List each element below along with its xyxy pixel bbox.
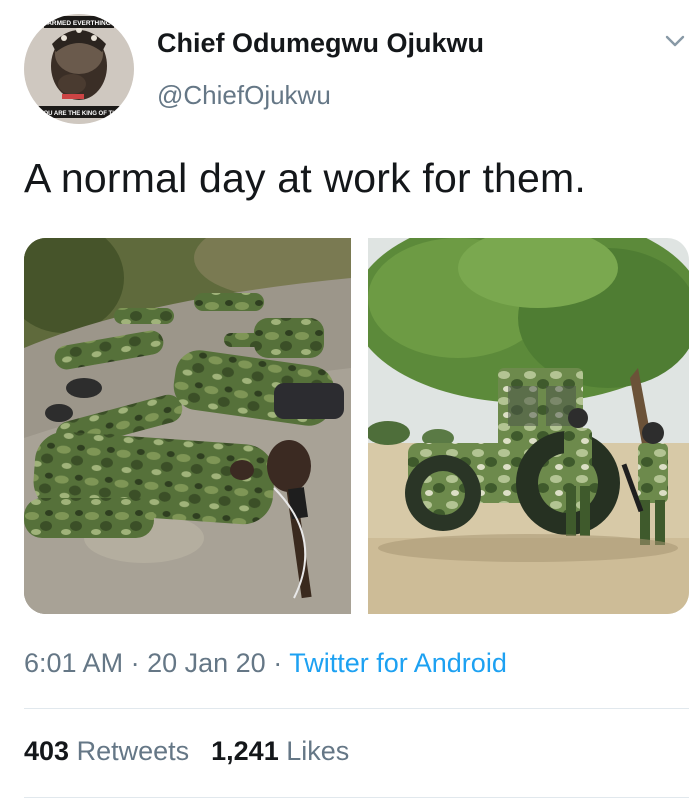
avatar[interactable]: ARMED EVERTHING YOU ARE THE KING OF THE — [24, 14, 134, 124]
tweet-photo-left[interactable] — [24, 238, 351, 614]
tweet-time[interactable]: 6:01 AM — [24, 648, 123, 678]
likes-label: Likes — [286, 736, 350, 766]
tweet-photo-right[interactable] — [368, 238, 689, 614]
tweet-stats: 403 Retweets 1,241 Likes — [24, 736, 349, 767]
tweet-meta: 6:01 AM · 20 Jan 20 · Twitter for Androi… — [24, 648, 507, 679]
photo-camouflage-tractor-icon — [368, 238, 689, 614]
likes-count: 1,241 — [211, 736, 279, 766]
tweet-text: A normal day at work for them. — [24, 155, 587, 201]
meta-separator: · — [130, 648, 140, 678]
retweets-count: 403 — [24, 736, 70, 766]
meta-separator: · — [273, 648, 283, 678]
divider — [24, 797, 689, 798]
tweet-source-link[interactable]: Twitter for Android — [289, 648, 507, 678]
divider — [24, 708, 689, 709]
retweets-label: Retweets — [76, 736, 190, 766]
avatar-banner-top: ARMED EVERTHING — [47, 20, 111, 27]
author-handle[interactable]: @ChiefOjukwu — [157, 80, 331, 111]
photo-soldiers-resting-icon — [24, 238, 351, 614]
likes-stat[interactable]: 1,241 Likes — [211, 736, 349, 767]
retweets-stat[interactable]: 403 Retweets — [24, 736, 189, 767]
chevron-down-icon[interactable] — [664, 30, 686, 52]
tweet-date[interactable]: 20 Jan 20 — [147, 648, 266, 678]
profile-photo-icon: ARMED EVERTHING YOU ARE THE KING OF THE — [24, 14, 134, 124]
author-display-name[interactable]: Chief Odumegwu Ojukwu — [157, 28, 484, 59]
avatar-banner-bottom: YOU ARE THE KING OF THE — [39, 111, 120, 117]
